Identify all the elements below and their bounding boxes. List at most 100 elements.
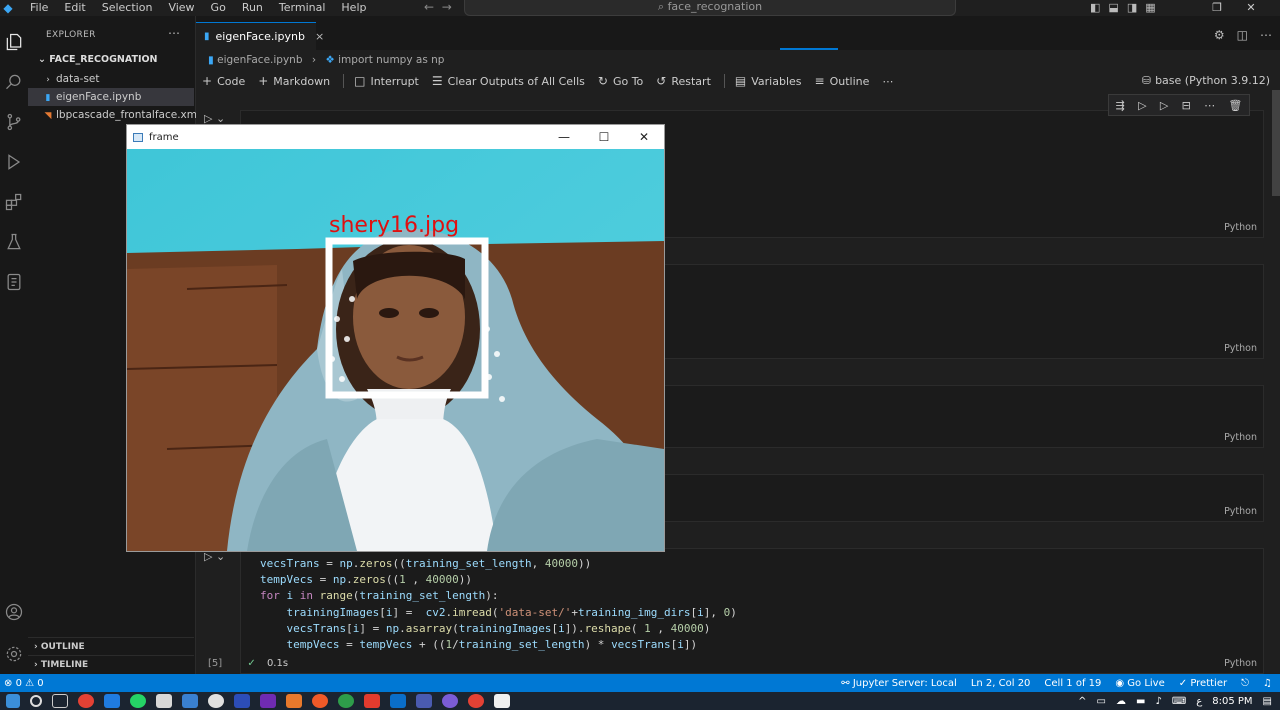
more-actions-button[interactable]: ⋯ bbox=[882, 75, 893, 88]
volume-icon[interactable]: ♪ bbox=[1155, 696, 1161, 707]
cell-language[interactable]: Python bbox=[1224, 343, 1257, 354]
app-icon[interactable] bbox=[260, 694, 276, 708]
menu-go[interactable]: Go bbox=[203, 0, 234, 16]
breadcrumb-cell[interactable]: import numpy as np bbox=[338, 54, 444, 66]
tree-item-eigenface[interactable]: ▮ eigenFace.ipynb bbox=[28, 88, 194, 106]
toggle-secondary-sidebar-icon[interactable]: ◨ bbox=[1127, 0, 1137, 16]
kernel-picker[interactable]: ⛁ base (Python 3.9.12) bbox=[1142, 74, 1270, 87]
mail-icon[interactable] bbox=[104, 694, 120, 708]
problems-indicator[interactable]: ⊗ 0 ⚠ 0 bbox=[0, 678, 44, 689]
split-cell-icon[interactable]: ⊟ bbox=[1182, 99, 1191, 112]
folder-title[interactable]: ⌄ FACE_RECOGNATION bbox=[38, 54, 158, 65]
cell-language[interactable]: Python bbox=[1224, 222, 1257, 233]
testing-icon[interactable] bbox=[0, 228, 28, 256]
delete-cell-icon[interactable]: 🗑 bbox=[1228, 99, 1242, 112]
close-window-icon[interactable]: ✕ bbox=[1234, 0, 1268, 16]
add-code-button[interactable]: + Code bbox=[202, 74, 245, 88]
more-actions-icon[interactable]: ⋯ bbox=[1260, 28, 1272, 42]
chrome-icon[interactable] bbox=[78, 694, 94, 708]
tree-item-data-set[interactable]: › data-set bbox=[28, 70, 194, 88]
calculator-icon[interactable] bbox=[156, 694, 172, 708]
cell-language[interactable]: Python bbox=[1224, 658, 1257, 669]
clock[interactable]: 8:05 PM bbox=[1212, 696, 1252, 707]
search-icon[interactable] bbox=[0, 68, 28, 96]
code-editor[interactable]: vecsTrans = np.zeros((training_set_lengt… bbox=[260, 556, 737, 653]
app-icon[interactable] bbox=[208, 694, 224, 708]
prettier-item[interactable]: ✓ Prettier bbox=[1179, 678, 1227, 689]
teams-icon[interactable] bbox=[416, 694, 432, 708]
chrome-icon[interactable] bbox=[468, 694, 484, 708]
breadcrumb-file[interactable]: eigenFace.ipynb bbox=[217, 54, 302, 66]
menu-selection[interactable]: Selection bbox=[94, 0, 161, 16]
explorer-icon[interactable] bbox=[0, 28, 28, 56]
add-markdown-button[interactable]: + Markdown bbox=[258, 74, 330, 88]
keyboard-icon[interactable]: ⌨ bbox=[1172, 696, 1186, 707]
file-explorer-icon[interactable] bbox=[182, 694, 198, 708]
app-icon[interactable] bbox=[312, 694, 328, 708]
customize-layout-icon[interactable]: ▦ bbox=[1145, 0, 1155, 16]
scrollbar-thumb[interactable] bbox=[1272, 90, 1280, 196]
toggle-sidebar-icon[interactable]: ◧ bbox=[1090, 0, 1100, 16]
back-arrow-icon[interactable]: ← bbox=[424, 0, 434, 14]
split-editor-icon[interactable]: ◫ bbox=[1237, 28, 1248, 42]
timeline-section[interactable]: › TIMELINE bbox=[28, 655, 194, 673]
start-menu-icon[interactable] bbox=[6, 694, 20, 708]
run-debug-icon[interactable] bbox=[0, 148, 28, 176]
close-tab-icon[interactable]: × bbox=[315, 30, 324, 43]
execute-below-icon[interactable]: ▷ bbox=[1160, 99, 1168, 112]
cell-language[interactable]: Python bbox=[1224, 432, 1257, 443]
run-by-line-icon[interactable]: ⇶ bbox=[1116, 99, 1125, 112]
restart-button[interactable]: ↺ Restart bbox=[656, 74, 711, 88]
toggle-panel-icon[interactable]: ⬓ bbox=[1108, 0, 1118, 16]
matlab-icon[interactable] bbox=[286, 694, 302, 708]
menu-file[interactable]: File bbox=[22, 0, 56, 16]
minimize-icon[interactable]: — bbox=[544, 125, 584, 149]
restore-window-icon[interactable]: ❐ bbox=[1200, 0, 1234, 16]
pdf-icon[interactable] bbox=[364, 694, 380, 708]
jupyter-icon[interactable] bbox=[0, 268, 28, 296]
cell-indicator[interactable]: Cell 1 of 19 bbox=[1044, 678, 1101, 689]
app-icon[interactable] bbox=[442, 694, 458, 708]
account-icon[interactable] bbox=[0, 598, 28, 626]
close-icon[interactable]: ✕ bbox=[624, 125, 664, 149]
app-icon[interactable] bbox=[234, 694, 250, 708]
extensions-icon[interactable] bbox=[0, 188, 28, 216]
interrupt-button[interactable]: □ Interrupt bbox=[354, 74, 419, 88]
go-live-item[interactable]: ◉ Go Live bbox=[1115, 678, 1164, 689]
cell-language[interactable]: Python bbox=[1224, 506, 1257, 517]
language-icon[interactable]: ع bbox=[1196, 696, 1202, 707]
frame-titlebar[interactable]: frame — ☐ ✕ bbox=[127, 125, 664, 149]
gear-icon[interactable]: ⚙ bbox=[1214, 28, 1225, 42]
menu-terminal[interactable]: Terminal bbox=[271, 0, 334, 16]
chevron-up-icon[interactable]: ^ bbox=[1078, 696, 1086, 707]
source-control-icon[interactable] bbox=[0, 108, 28, 136]
menu-view[interactable]: View bbox=[160, 0, 202, 16]
notification-center-icon[interactable]: ▤ bbox=[1263, 696, 1272, 707]
notifications-icon[interactable]: ♫ bbox=[1263, 678, 1272, 689]
app-icon[interactable] bbox=[338, 694, 354, 708]
tab-eigenface[interactable]: ▮ eigenFace.ipynb × bbox=[196, 22, 324, 50]
cloud-icon[interactable]: ☁ bbox=[1116, 696, 1126, 707]
task-view-icon[interactable] bbox=[52, 694, 68, 708]
tree-item-lbpcascade[interactable]: ◥ lbpcascade_frontalface.xml bbox=[28, 106, 200, 124]
settings-gear-icon[interactable] bbox=[0, 640, 28, 668]
whatsapp-icon[interactable] bbox=[130, 694, 146, 708]
more-actions-icon[interactable]: ⋯ bbox=[168, 26, 180, 40]
goto-button[interactable]: ↻ Go To bbox=[598, 74, 643, 88]
frame-window-taskbar-icon[interactable] bbox=[494, 694, 510, 708]
forward-arrow-icon[interactable]: → bbox=[442, 0, 452, 14]
variables-button[interactable]: ▤ Variables bbox=[735, 74, 802, 88]
cursor-position[interactable]: Ln 2, Col 20 bbox=[971, 678, 1031, 689]
menu-help[interactable]: Help bbox=[333, 0, 374, 16]
frame-window[interactable]: frame — ☐ ✕ shery16.jpg bbox=[126, 124, 665, 552]
menu-run[interactable]: Run bbox=[234, 0, 271, 16]
battery-icon[interactable]: ▬ bbox=[1136, 696, 1145, 707]
network-icon[interactable]: ▭ bbox=[1097, 696, 1106, 707]
menu-edit[interactable]: Edit bbox=[56, 0, 93, 16]
outline-section[interactable]: › OUTLINE bbox=[28, 637, 194, 655]
jupyter-server-item[interactable]: ⚯ Jupyter Server: Local bbox=[841, 678, 957, 689]
vscode-icon[interactable] bbox=[390, 694, 406, 708]
outline-button[interactable]: ≡ Outline bbox=[815, 74, 870, 88]
more-actions-icon[interactable]: ⋯ bbox=[1204, 99, 1215, 112]
feedback-icon[interactable]: ⎋ bbox=[1241, 678, 1249, 689]
